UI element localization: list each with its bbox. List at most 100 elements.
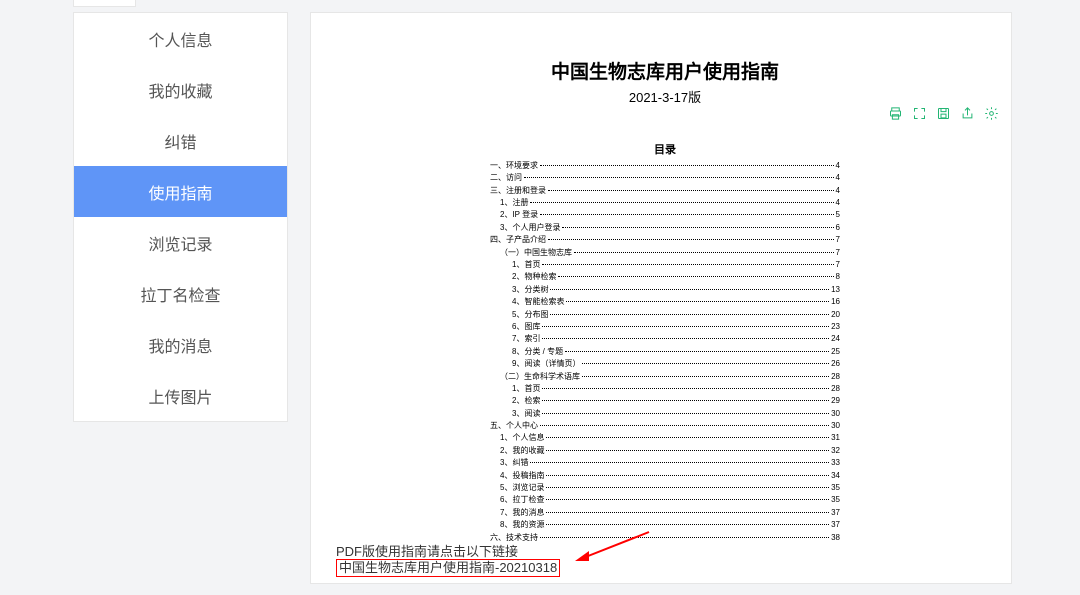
toc-label: 6、拉丁检查 <box>500 495 544 505</box>
doc-actions <box>887 105 999 121</box>
share-icon[interactable] <box>959 105 975 121</box>
toc-label: 2、物种检索 <box>512 272 556 282</box>
sidebar-item-label: 使用指南 <box>148 180 212 204</box>
print-icon[interactable] <box>887 105 903 121</box>
sidebar-item-label: 浏览记录 <box>148 231 212 255</box>
sidebar-item-label: 我的收藏 <box>148 78 212 102</box>
sidebar-item-history[interactable]: 浏览记录 <box>74 217 287 268</box>
toc-row: 4、投稿指南34 <box>490 471 840 481</box>
toc-row: （二）生命科学术语库28 <box>490 372 840 382</box>
toc-label: 2、检索 <box>512 396 540 406</box>
fullscreen-icon[interactable] <box>911 105 927 121</box>
sidebar-item-messages[interactable]: 我的消息 <box>74 319 287 370</box>
toc-row: 5、分布图20 <box>490 310 840 320</box>
toc-leader <box>542 264 833 265</box>
sidebar-item-favorites[interactable]: 我的收藏 <box>74 64 287 115</box>
toc-row: 3、个人用户登录 6 <box>490 223 840 233</box>
toc-row: 5、浏览记录35 <box>490 483 840 493</box>
sidebar-item-user-guide[interactable]: 使用指南 <box>74 166 287 217</box>
document-preview: 中国生物志库用户使用指南 2021-3-17版 目录 一、环境要求4二、访问4三… <box>474 33 856 553</box>
toc-label: 7、索引 <box>512 334 540 344</box>
toc-leader <box>565 351 829 352</box>
toc-row: 6、图库 23 <box>490 322 840 332</box>
toc-leader <box>542 413 829 414</box>
toc-label: 8、分类 / 专题 <box>512 347 563 357</box>
settings-icon[interactable] <box>983 105 999 121</box>
sidebar-item-latin-check[interactable]: 拉丁名检查 <box>74 268 287 319</box>
sidebar-item-upload-image[interactable]: 上传图片 <box>74 370 287 421</box>
toc-leader <box>574 252 834 253</box>
toc-label: （二）生命科学术语库 <box>500 372 580 382</box>
toc-leader <box>546 450 829 451</box>
toc-label: 3、个人用户登录 <box>500 223 560 233</box>
toc-page: 34 <box>831 471 840 481</box>
toc-leader <box>566 301 829 302</box>
toc-leader <box>582 363 829 364</box>
toc-page: 7 <box>836 248 840 258</box>
pdf-download-link[interactable]: 中国生物志库用户使用指南-20210318 <box>336 559 560 577</box>
doc-title: 中国生物志库用户使用指南 <box>474 61 856 86</box>
toc-row: 2、检索 29 <box>490 396 840 406</box>
toc-page: 6 <box>836 223 840 233</box>
toc-row: 3、阅读30 <box>490 409 840 419</box>
toc-row: 1、个人信息31 <box>490 433 840 443</box>
toc-label: 6、图库 <box>512 322 540 332</box>
toc-page: 7 <box>836 235 840 245</box>
toc-row: 6、拉丁检查 35 <box>490 495 840 505</box>
toc-label: （一）中国生物志库 <box>500 248 572 258</box>
toc-page: 28 <box>831 384 840 394</box>
toc-label: 3、纠错 <box>500 458 528 468</box>
toc-label: 1、注册 <box>500 198 528 208</box>
sidebar-item-label: 我的消息 <box>148 333 212 357</box>
toc-page: 35 <box>831 495 840 505</box>
sidebar-item-label: 上传图片 <box>148 384 212 408</box>
sidebar-item-label: 拉丁名检查 <box>140 282 220 306</box>
toc-label: 4、智能检索表 <box>512 297 564 307</box>
toc-page: 13 <box>831 285 840 295</box>
toc-leader <box>540 537 829 538</box>
toc-page: 30 <box>831 421 840 431</box>
toc-row: 1、首页28 <box>490 384 840 394</box>
doc-date: 2021-3-17版 <box>474 90 856 107</box>
toc-label: 9、阅读（详情页） <box>512 359 580 369</box>
toc-page: 33 <box>831 458 840 468</box>
sidebar-item-personal-info[interactable]: 个人信息 <box>74 13 287 64</box>
toc-leader <box>562 227 833 228</box>
toc-leader <box>524 177 834 178</box>
toc-row: 2、我的收藏32 <box>490 446 840 456</box>
toc-leader <box>550 289 829 290</box>
pdf-note: PDF版使用指南请点击以下链接 <box>336 541 518 560</box>
toc-page: 4 <box>836 173 840 183</box>
toc-page: 4 <box>836 198 840 208</box>
sidebar-item-corrections[interactable]: 纠错 <box>74 115 287 166</box>
toc-leader <box>530 462 829 463</box>
toc-leader <box>540 425 829 426</box>
toc-label: 五、个人中心 <box>490 421 538 431</box>
toc-page: 37 <box>831 508 840 518</box>
sidebar: 个人信息 我的收藏 纠错 使用指南 浏览记录 拉丁名检查 我的消息 上传图片 <box>73 12 288 422</box>
save-icon[interactable] <box>935 105 951 121</box>
toc-row: 8、分类 / 专题25 <box>490 347 840 357</box>
toc-leader <box>546 524 829 525</box>
toc-row: 1、首页7 <box>490 260 840 270</box>
toc-row: 7、索引24 <box>490 334 840 344</box>
toc-row: 3、分类树 13 <box>490 285 840 295</box>
toc-leader <box>542 338 829 339</box>
toc-label: 7、我的消息 <box>500 508 544 518</box>
toc-leader <box>548 190 834 191</box>
toc-label: 3、分类树 <box>512 285 548 295</box>
toc-leader <box>540 214 833 215</box>
toc-page: 30 <box>831 409 840 419</box>
toc-row: （一）中国生物志库 7 <box>490 248 840 258</box>
doc-toc: 一、环境要求4二、访问4三、注册和登录41、注册42、IP 登录53、个人用户登… <box>474 161 856 553</box>
toc-page: 38 <box>831 533 840 543</box>
toc-label: 2、我的收藏 <box>500 446 544 456</box>
toc-label: 8、我的资源 <box>500 520 544 530</box>
toc-page: 29 <box>831 396 840 406</box>
toc-page: 23 <box>831 322 840 332</box>
toc-leader <box>550 314 829 315</box>
top-tab-stub <box>73 0 136 7</box>
sidebar-item-label: 个人信息 <box>148 27 212 51</box>
toc-label: 5、分布图 <box>512 310 548 320</box>
toc-leader <box>546 512 829 513</box>
